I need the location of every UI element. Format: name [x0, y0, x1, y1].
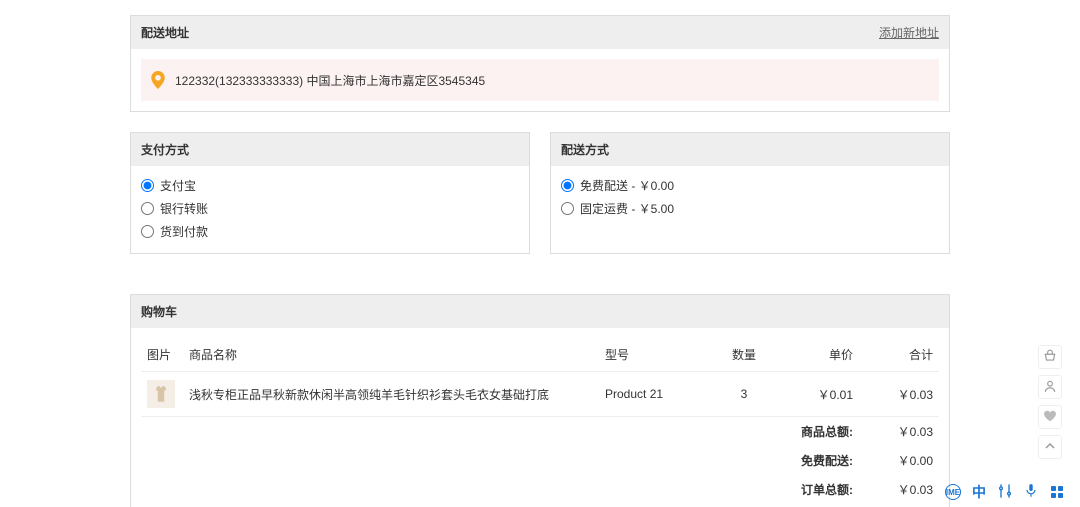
- payment-label-0: 支付宝: [160, 177, 196, 194]
- shipping-options: 免费配送 - ￥0.00 固定运费 - ￥5.00: [551, 166, 949, 230]
- summary-row-2: 订单总额: ￥0.03: [141, 475, 939, 504]
- cart-table: 图片 商品名称 型号 数量 单价 合计: [141, 338, 939, 504]
- address-panel-body: 122332(132333333333) 中国上海市上海市嘉定区3545345: [131, 49, 949, 111]
- payment-label-1: 银行转账: [160, 200, 208, 217]
- cell-name[interactable]: 浅秋专柜正品早秋新款休闲半高领纯羊毛针织衫套头毛衣女基础打底: [183, 372, 599, 417]
- payment-radio-0[interactable]: [141, 179, 154, 192]
- summary-row-1: 免费配送: ￥0.00: [141, 446, 939, 475]
- summary-label-1: 免费配送:: [141, 446, 859, 475]
- account-widget-button[interactable]: [1038, 375, 1062, 399]
- address-title: 配送地址: [141, 24, 189, 41]
- ime-toolbar: IME 中: [944, 483, 1066, 501]
- summary-row-0: 商品总额: ￥0.03: [141, 417, 939, 447]
- cell-qty: 3: [709, 372, 779, 417]
- cell-total: ￥0.03: [859, 372, 939, 417]
- chevron-up-icon: [1044, 440, 1056, 455]
- shipping-option-1[interactable]: 固定运费 - ￥5.00: [561, 197, 939, 220]
- page-scroll-wrapper[interactable]: 配送地址 添加新地址 122332(132333333333) 中国上海市上海市…: [0, 0, 1080, 507]
- ime-grid-button[interactable]: [1048, 483, 1066, 501]
- cart-panel-body: 图片 商品名称 型号 数量 单价 合计: [131, 328, 949, 507]
- shipping-radio-1[interactable]: [561, 202, 574, 215]
- ime-settings-button[interactable]: [996, 483, 1014, 501]
- sliders-icon: [997, 483, 1013, 502]
- grid-icon: [1051, 486, 1063, 498]
- payment-shipping-row: 支付方式 支付宝 银行转账 货到付款: [130, 132, 950, 274]
- payment-label-2: 货到付款: [160, 223, 208, 240]
- user-icon: [1043, 379, 1057, 396]
- shipping-label-0: 免费配送 - ￥0.00: [580, 177, 674, 194]
- summary-value-1: ￥0.00: [859, 446, 939, 475]
- cart-title: 购物车: [141, 303, 177, 320]
- main-container: 配送地址 添加新地址 122332(132333333333) 中国上海市上海市…: [130, 0, 950, 507]
- ime-badge-button[interactable]: IME: [944, 483, 962, 501]
- side-widget-bar: [1038, 345, 1062, 459]
- payment-option-1[interactable]: 银行转账: [141, 197, 519, 220]
- payment-panel: 支付方式 支付宝 银行转账 货到付款: [130, 132, 530, 254]
- wishlist-widget-button[interactable]: [1038, 405, 1062, 429]
- payment-panel-header: 支付方式: [131, 133, 529, 166]
- shipping-option-0[interactable]: 免费配送 - ￥0.00: [561, 174, 939, 197]
- cart-header-row: 图片 商品名称 型号 数量 单价 合计: [141, 338, 939, 372]
- summary-label-0: 商品总额:: [141, 417, 859, 447]
- address-text: 122332(132333333333) 中国上海市上海市嘉定区3545345: [175, 72, 485, 89]
- col-model: 型号: [599, 338, 709, 372]
- heart-icon: [1043, 409, 1057, 426]
- shipping-radio-0[interactable]: [561, 179, 574, 192]
- cart-panel: 购物车 图片 商品名称 型号 数量 单价 合计: [130, 294, 950, 507]
- summary-value-2: ￥0.03: [859, 475, 939, 504]
- ime-voice-button[interactable]: [1022, 483, 1040, 501]
- ime-badge-icon: IME: [945, 484, 961, 500]
- table-row: 浅秋专柜正品早秋新款休闲半高领纯羊毛针织衫套头毛衣女基础打底 Product 2…: [141, 372, 939, 417]
- payment-radio-2[interactable]: [141, 225, 154, 238]
- col-total: 合计: [859, 338, 939, 372]
- selected-address[interactable]: 122332(132333333333) 中国上海市上海市嘉定区3545345: [141, 59, 939, 101]
- payment-option-0[interactable]: 支付宝: [141, 174, 519, 197]
- col-price: 单价: [779, 338, 859, 372]
- shipping-title: 配送方式: [561, 141, 609, 158]
- payment-option-2[interactable]: 货到付款: [141, 220, 519, 243]
- summary-label-2: 订单总额:: [141, 475, 859, 504]
- address-panel-header: 配送地址 添加新地址: [131, 16, 949, 49]
- scroll-top-button[interactable]: [1038, 435, 1062, 459]
- col-qty: 数量: [709, 338, 779, 372]
- payment-title: 支付方式: [141, 141, 189, 158]
- ime-language-button[interactable]: 中: [970, 483, 988, 501]
- product-thumbnail[interactable]: [147, 380, 175, 408]
- microphone-icon: [1024, 483, 1038, 502]
- payment-radio-1[interactable]: [141, 202, 154, 215]
- cart-widget-button[interactable]: [1038, 345, 1062, 369]
- basket-icon: [1043, 349, 1057, 366]
- summary-value-0: ￥0.03: [859, 417, 939, 447]
- cell-model: Product 21: [599, 372, 709, 417]
- cell-price: ￥0.01: [779, 372, 859, 417]
- shipping-panel: 配送方式 免费配送 - ￥0.00 固定运费 - ￥5.00: [550, 132, 950, 254]
- cell-image: [141, 372, 183, 417]
- payment-options: 支付宝 银行转账 货到付款: [131, 166, 529, 253]
- shipping-label-1: 固定运费 - ￥5.00: [580, 200, 674, 217]
- add-address-link[interactable]: 添加新地址: [879, 24, 939, 41]
- address-panel: 配送地址 添加新地址 122332(132333333333) 中国上海市上海市…: [130, 15, 950, 112]
- col-name: 商品名称: [183, 338, 599, 372]
- shipping-panel-header: 配送方式: [551, 133, 949, 166]
- cart-panel-header: 购物车: [131, 295, 949, 328]
- col-image: 图片: [141, 338, 183, 372]
- product-name: 浅秋专柜正品早秋新款休闲半高领纯羊毛针织衫套头毛衣女基础打底: [189, 388, 549, 402]
- map-marker-icon: [151, 71, 165, 89]
